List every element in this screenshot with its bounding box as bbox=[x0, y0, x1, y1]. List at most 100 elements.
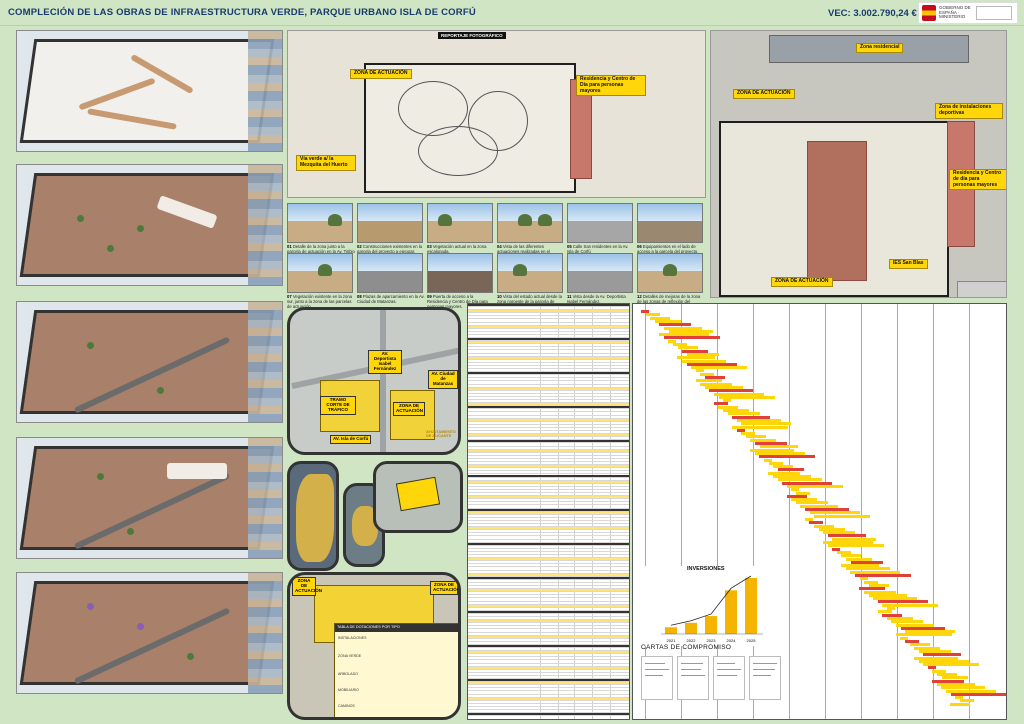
letter-thumb bbox=[677, 656, 709, 700]
allocation-row: CAMINOS bbox=[338, 704, 355, 708]
zone-label: ZONA DE ACTUACIÓN bbox=[430, 581, 458, 595]
photo-01 bbox=[287, 203, 353, 243]
ministry-logo-text: GOBIERNO DE ESPAÑA · MINISTERIO bbox=[939, 4, 971, 20]
photo-10 bbox=[497, 253, 563, 293]
tree-flowering bbox=[137, 623, 144, 630]
report-title: REPORTAJE FOTOGRÁFICO bbox=[438, 32, 506, 39]
region-map bbox=[287, 461, 339, 571]
investment-bar bbox=[665, 627, 677, 634]
cartas-title: CARTAS DE COMPROMISO bbox=[641, 644, 732, 651]
allocation-row: MOBILIARIO bbox=[338, 688, 359, 692]
municipality-logo-text: AYUNTAMIENTO DE ALICANTE bbox=[426, 430, 456, 438]
zone-label: ZONA DE ACTUACIÓN bbox=[292, 577, 322, 596]
photo-04 bbox=[497, 203, 563, 243]
investment-year-label: 2022 bbox=[687, 638, 697, 643]
street-label: AV. Ciudad de Matanzas bbox=[428, 370, 458, 389]
tree bbox=[137, 225, 144, 232]
gantt-gridline bbox=[861, 304, 862, 719]
allocation-row: INSTALACIONES bbox=[338, 636, 367, 640]
render-5 bbox=[16, 572, 283, 694]
street-buildings bbox=[248, 438, 282, 558]
tree bbox=[77, 215, 84, 222]
aerial-site-plan: REPORTAJE FOTOGRÁFICO ZONA DE ACTUACIÓN … bbox=[287, 30, 706, 198]
government-logo: GOBIERNO DE ESPAÑA · MINISTERIO bbox=[918, 2, 1018, 24]
investment-bar bbox=[705, 616, 717, 634]
street-label: AV. Isla de Corfú bbox=[330, 435, 372, 444]
gantt-bar bbox=[814, 514, 871, 518]
zone-label: ZONA DE ACTUACIÓN bbox=[393, 402, 425, 416]
school-building bbox=[957, 281, 1006, 297]
tree-flowering bbox=[87, 603, 94, 610]
photo-12 bbox=[637, 253, 703, 293]
street-buildings bbox=[248, 31, 282, 151]
investment-year-label: 2023 bbox=[707, 638, 717, 643]
letter-thumb bbox=[749, 656, 781, 700]
render-ground bbox=[19, 581, 275, 685]
school-label: IES San Blas bbox=[889, 259, 928, 269]
street-buildings bbox=[248, 302, 282, 422]
photo-11 bbox=[567, 253, 633, 293]
tree bbox=[97, 473, 104, 480]
allocation-table-header: TABLA DE DOTACIONES POR TIPO bbox=[335, 624, 458, 632]
sports-zone-label: Zona de instalaciones deportivas bbox=[935, 103, 1003, 119]
budget-table bbox=[467, 303, 630, 720]
gantt-gridline bbox=[969, 304, 970, 719]
residence-label: Residencia y Centro de día para personas… bbox=[949, 169, 1006, 191]
photo-07 bbox=[287, 253, 353, 293]
letter-thumb bbox=[713, 656, 745, 700]
title-bar: COMPLECIÓN DE LAS OBRAS DE INFRAESTRUCTU… bbox=[0, 0, 1024, 26]
letter-thumb bbox=[641, 656, 673, 700]
investment-year-label: 2024 bbox=[727, 638, 737, 643]
spain-shield-icon bbox=[922, 5, 936, 21]
table-row bbox=[468, 713, 629, 717]
vec-amount: VEC: 3.002.790,24 € bbox=[828, 8, 917, 19]
allocation-table: TABLA DE DOTACIONES POR TIPO INSTALACION… bbox=[334, 623, 458, 717]
tree bbox=[127, 528, 134, 535]
photo-02 bbox=[357, 203, 423, 243]
render-ground bbox=[19, 39, 275, 143]
investment-bar bbox=[725, 590, 737, 634]
allocation-row: ARBOLADO bbox=[338, 672, 358, 676]
street-label: AV. Deportista Isabel Fernández bbox=[368, 350, 402, 374]
investment-chart: INVERSIONES 2021 2022 2023 2024 2025 bbox=[645, 566, 765, 646]
tree bbox=[87, 342, 94, 349]
road bbox=[380, 310, 386, 452]
gantt-gridline bbox=[897, 304, 898, 719]
gantt-bar bbox=[950, 702, 971, 706]
gantt-chart: INVERSIONES 2021 2022 2023 2024 2025 CARTAS … bbox=[632, 303, 1007, 720]
zone-map: ZONA DE ACTUACIÓN ZONA DE ACTUACIÓN TABL… bbox=[287, 572, 461, 720]
plaza bbox=[167, 463, 227, 479]
investment-year-label: 2025 bbox=[747, 638, 757, 643]
traffic-map: TRAMO CORTE DE TRÁFICO ZONA DE ACTUACIÓN… bbox=[287, 307, 461, 455]
photo-03 bbox=[427, 203, 493, 243]
render-4 bbox=[16, 437, 283, 559]
site-locator-map bbox=[373, 461, 463, 533]
investment-svg: 2021 2022 2023 2024 2025 bbox=[661, 575, 763, 643]
gantt-gridline bbox=[789, 304, 790, 719]
render-3 bbox=[16, 301, 283, 423]
zone-label: ZONA DE ACTUACIÓN bbox=[771, 277, 833, 287]
residence-building bbox=[807, 141, 867, 281]
photo-09 bbox=[427, 253, 493, 293]
render-ground bbox=[19, 173, 275, 277]
render-ground bbox=[19, 446, 275, 550]
tree bbox=[157, 387, 164, 394]
render-1 bbox=[16, 30, 283, 152]
investment-bar bbox=[685, 622, 697, 634]
photo-08 bbox=[357, 253, 423, 293]
street-buildings bbox=[248, 165, 282, 285]
province-shape bbox=[296, 474, 334, 562]
residential-zone-label: Zona residencial bbox=[856, 43, 904, 53]
investment-bar bbox=[745, 578, 757, 634]
site-highlight bbox=[395, 476, 441, 512]
photo-06 bbox=[637, 203, 703, 243]
photo-caption: 08 Plazas de aparcamiento en la Av. Ciud… bbox=[357, 294, 425, 304]
traffic-cut-label: TRAMO CORTE DE TRÁFICO bbox=[320, 396, 356, 415]
tree bbox=[187, 653, 194, 660]
investment-year-label: 2021 bbox=[667, 638, 677, 643]
render-ground bbox=[19, 310, 275, 414]
zone-label: ZONA DE ACTUACIÓN bbox=[733, 89, 795, 99]
cauce-label: Vía verde a/ la Mezquita del Huerto bbox=[296, 155, 356, 171]
path-curve bbox=[418, 126, 498, 176]
funding-logo bbox=[976, 6, 1012, 20]
